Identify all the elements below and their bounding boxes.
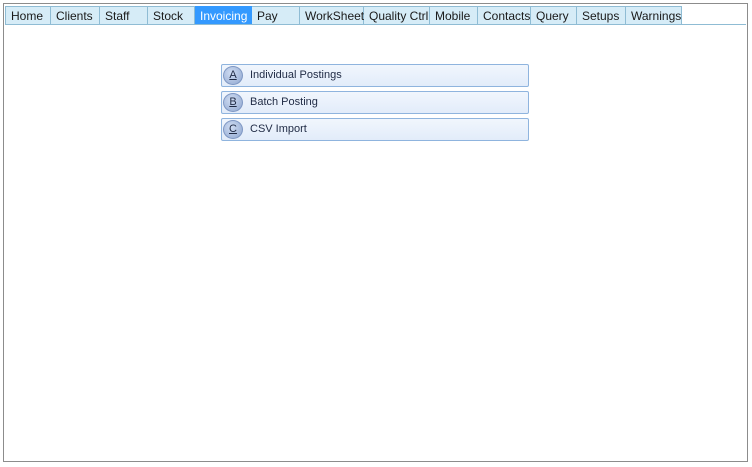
tab-setups[interactable]: Setups xyxy=(577,6,626,25)
tab-mobile[interactable]: Mobile xyxy=(430,6,478,25)
tab-pay[interactable]: Pay xyxy=(252,6,300,25)
tab-invoicing[interactable]: Invoicing xyxy=(195,6,252,25)
tab-staff[interactable]: Staff xyxy=(100,6,148,25)
tab-home[interactable]: Home xyxy=(5,6,51,25)
batch-posting-button[interactable]: B Batch Posting xyxy=(221,91,529,114)
individual-postings-label: Individual Postings xyxy=(250,69,342,81)
tab-worksheet[interactable]: WorkSheet xyxy=(300,6,364,25)
hotkey-b-icon: B xyxy=(223,93,243,112)
tab-stock[interactable]: Stock xyxy=(148,6,195,25)
tab-warnings[interactable]: Warnings xyxy=(626,6,682,25)
tab-contacts[interactable]: Contacts xyxy=(478,6,531,25)
csv-import-label: CSV Import xyxy=(250,123,307,135)
individual-postings-button[interactable]: A Individual Postings xyxy=(221,64,529,87)
tab-quality-ctrl[interactable]: Quality Ctrl xyxy=(364,6,430,25)
invoicing-menu: A Individual Postings B Batch Posting C … xyxy=(221,64,529,145)
hotkey-a-icon: A xyxy=(223,66,243,85)
hotkey-c-icon: C xyxy=(223,120,243,139)
csv-import-button[interactable]: C CSV Import xyxy=(221,118,529,141)
tab-bar: Home Clients Staff Stock Invoicing Pay W… xyxy=(5,6,682,26)
tab-divider xyxy=(5,24,746,25)
main-window: Home Clients Staff Stock Invoicing Pay W… xyxy=(3,3,748,462)
tab-clients[interactable]: Clients xyxy=(51,6,100,25)
batch-posting-label: Batch Posting xyxy=(250,96,318,108)
tab-query[interactable]: Query xyxy=(531,6,577,25)
